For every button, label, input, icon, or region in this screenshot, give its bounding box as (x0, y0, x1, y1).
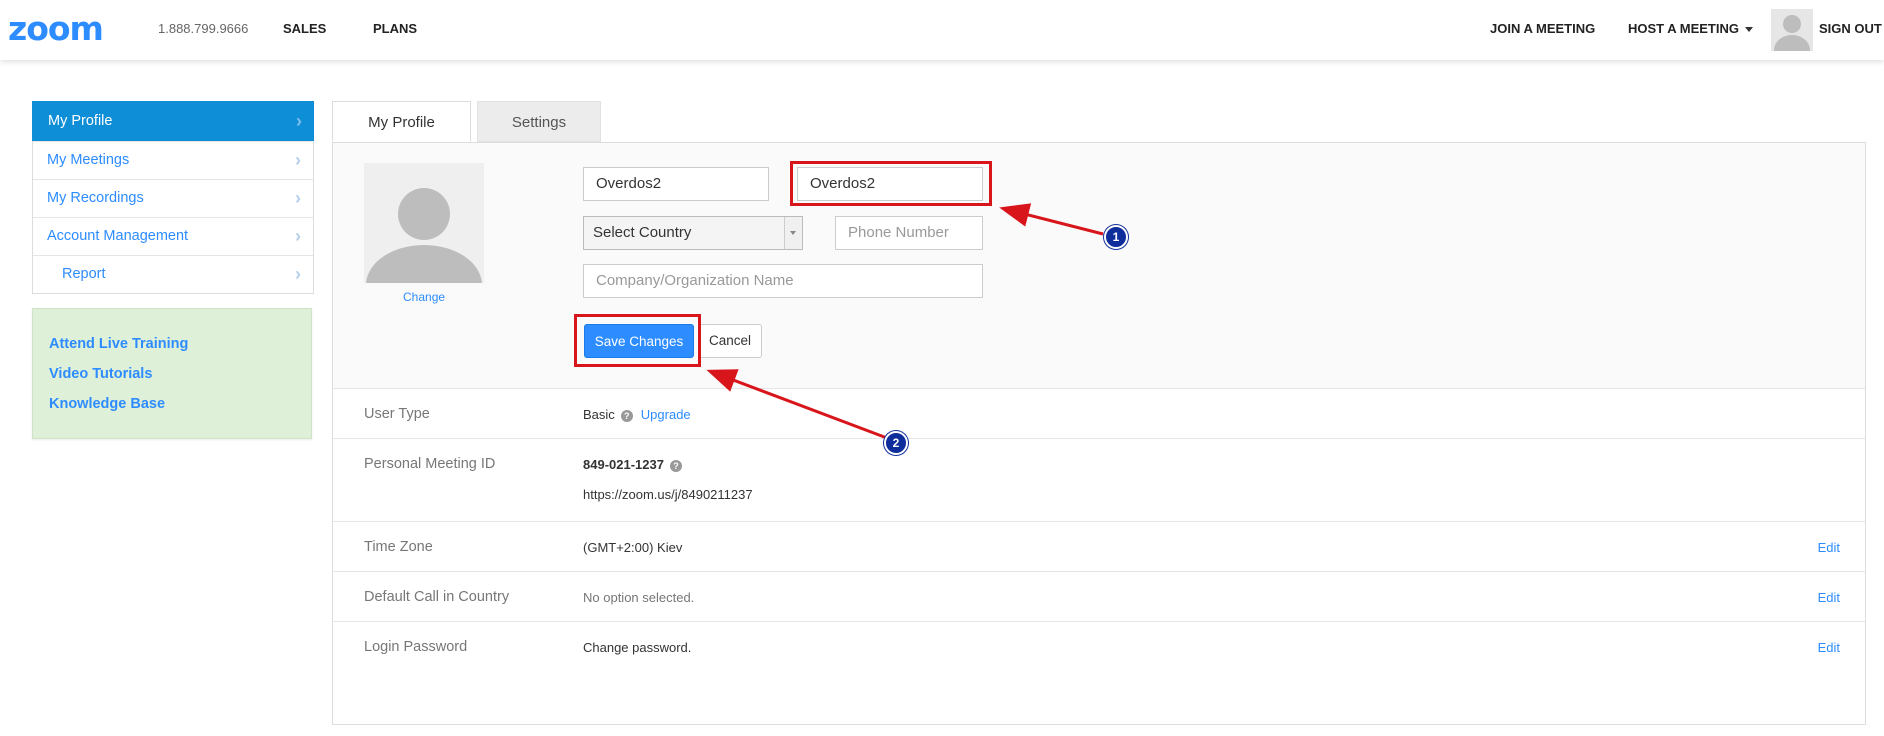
annotation-badge-2: 2 (884, 431, 908, 455)
annotation-arrows (706, 203, 1104, 440)
annotation-badge-1: 1 (1104, 225, 1128, 249)
arrow-to-last-name (999, 203, 1104, 236)
arrow-to-save-button (706, 369, 888, 440)
